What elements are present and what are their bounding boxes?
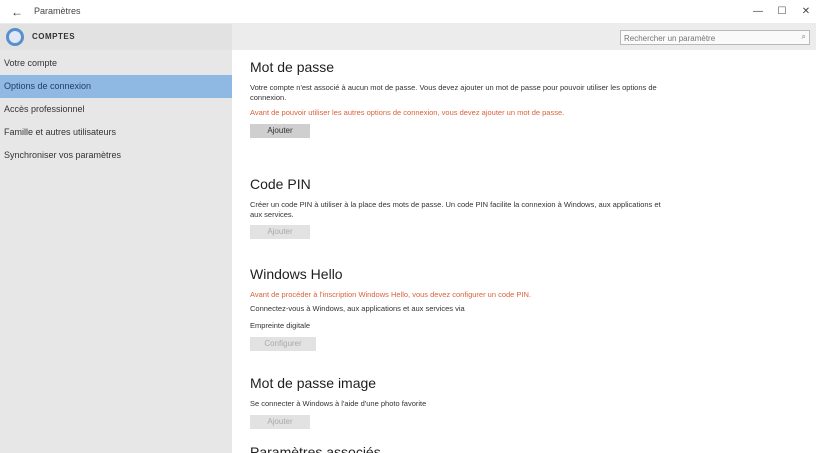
search-input[interactable] — [624, 32, 792, 44]
add-password-button[interactable]: Ajouter — [250, 123, 310, 138]
password-description: Votre compte n'est associé à aucun mot d… — [250, 83, 657, 102]
sidebar-item-options-connexion[interactable]: Options de connexion — [0, 75, 232, 98]
window-title: Paramètres — [34, 6, 81, 16]
sidebar-item-famille[interactable]: Famille et autres utilisateurs — [0, 121, 232, 144]
pin-description: Créer un code PIN à utiliser à la place … — [250, 200, 661, 219]
windows-hello-heading: Windows Hello — [250, 266, 343, 282]
picture-password-description: Se connecter à Windows à l'aide d'une ph… — [250, 399, 427, 408]
configure-fingerprint-button[interactable]: Configurer — [250, 336, 316, 351]
add-picture-password-button[interactable]: Ajouter — [250, 414, 310, 429]
picture-password-heading: Mot de passe image — [250, 375, 377, 391]
password-heading: Mot de passe — [250, 59, 335, 75]
title-bar: ← Paramètres — ☐ ✕ — [0, 0, 816, 24]
password-section: Mot de passe Votre compte n'est associé … — [250, 59, 670, 138]
section-title: COMPTES — [32, 32, 76, 41]
sidebar-nav: Votre compte Options de connexion Accès … — [0, 52, 232, 167]
gear-icon — [6, 28, 24, 46]
windows-hello-description: Connectez-vous à Windows, aux applicatio… — [250, 303, 465, 313]
close-button[interactable]: ✕ — [796, 4, 816, 20]
add-pin-button[interactable]: Ajouter — [250, 225, 310, 239]
sidebar: COMPTES Votre compte Options de connexio… — [0, 24, 232, 453]
related-settings-section: Paramètres associés — [250, 444, 670, 453]
related-settings-heading: Paramètres associés — [250, 444, 381, 453]
main-content: Mot de passe Votre compte n'est associé … — [232, 50, 816, 453]
sidebar-item-synchroniser[interactable]: Synchroniser vos paramètres — [0, 144, 232, 167]
search-icon[interactable]: ⌕ — [802, 32, 806, 42]
sidebar-header: COMPTES — [0, 24, 232, 50]
fingerprint-label: Empreinte digitale — [250, 321, 311, 330]
pin-section: Code PIN Créer un code PIN à utiliser à … — [250, 176, 670, 239]
back-arrow-icon[interactable]: ← — [8, 3, 26, 21]
pin-heading: Code PIN — [250, 176, 311, 192]
windows-hello-section: Windows Hello Avant de procéder à l'insc… — [250, 266, 670, 351]
minimize-button[interactable]: — — [748, 4, 768, 20]
maximize-button[interactable]: ☐ — [772, 4, 792, 20]
sidebar-item-acces-professionnel[interactable]: Accès professionnel — [0, 98, 232, 121]
picture-password-section: Mot de passe image Se connecter à Window… — [250, 375, 670, 429]
windows-hello-warning: Avant de procéder à l'inscription Window… — [250, 290, 532, 299]
password-warning: Avant de pouvoir utiliser les autres opt… — [250, 108, 565, 117]
search-box[interactable]: ⌕ — [620, 30, 810, 45]
sidebar-item-votre-compte[interactable]: Votre compte — [0, 52, 232, 75]
